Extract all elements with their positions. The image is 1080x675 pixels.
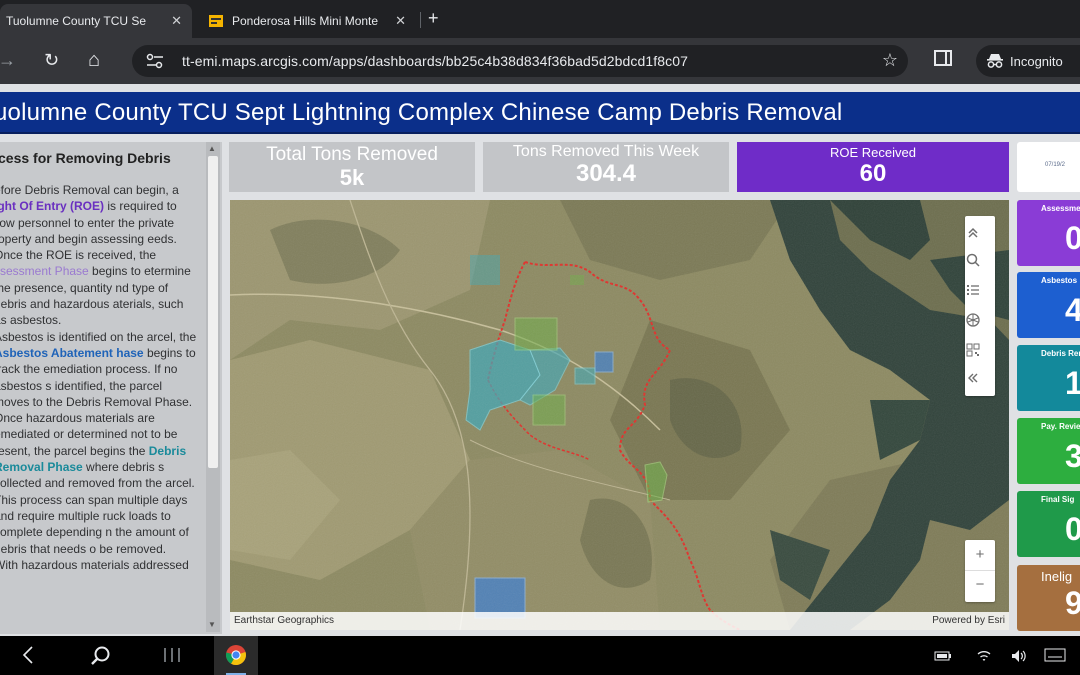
task-view-icon[interactable]	[162, 645, 182, 665]
close-tab-icon[interactable]: ✕	[171, 13, 182, 29]
process-paragraph: With hazardous materials addressed	[0, 557, 198, 573]
paragraph-text: where debris s collected and removed fro…	[0, 460, 195, 556]
bookmark-star-icon[interactable]: ☆	[882, 50, 898, 71]
collapse-up-icon[interactable]	[965, 224, 981, 240]
address-bar[interactable]: tt-emi.maps.arcgis.com/apps/dashboards/b…	[132, 45, 908, 77]
card-label: Asbestos	[1041, 276, 1078, 285]
card-value: 36	[1065, 438, 1080, 474]
incognito-indicator[interactable]: Incognito	[976, 45, 1080, 77]
indicator-label: Total Tons Removed	[266, 144, 438, 165]
status-card-debris-removal: Debris Remo 11	[1017, 345, 1080, 411]
incognito-icon	[987, 54, 1003, 68]
paragraph-text: With hazardous materials addressed	[0, 557, 189, 572]
total-tons-indicator: Total Tons Removed 5k	[229, 142, 475, 192]
search-icon[interactable]	[965, 252, 981, 268]
indicator-label: Tons Removed This Week	[512, 143, 700, 160]
process-text: efore Debris Removal can begin, a ight O…	[0, 182, 198, 573]
tab-tuolumne[interactable]: Tuolumne County TCU Sept ✕	[0, 4, 192, 38]
home-button[interactable]: ⌂	[88, 50, 100, 70]
scrollbar-thumb[interactable]	[208, 156, 218, 468]
map-imagery	[230, 200, 1009, 630]
tab-title: Ponderosa Hills Mini Monte	[232, 14, 379, 28]
keyboard-icon[interactable]	[1044, 648, 1066, 662]
site-settings-icon[interactable]	[146, 53, 164, 69]
battery-icon[interactable]	[934, 649, 952, 663]
url-text: tt-emi.maps.arcgis.com/apps/dashboards/b…	[182, 53, 688, 69]
assessment-phase-link[interactable]: ssessment Phase	[0, 264, 89, 278]
browser-toolbar: → ↻ ⌂ tt-emi.maps.arcgis.com/apps/dashbo…	[0, 38, 1080, 84]
tab-title: Tuolumne County TCU Sept	[6, 14, 146, 28]
chrome-icon	[225, 645, 246, 666]
status-card-final-signoff: Final Sig 0	[1017, 491, 1080, 557]
card-label: Debris Remo	[1041, 349, 1080, 358]
scroll-down-icon[interactable]: ▼	[208, 620, 216, 629]
arcgis-favicon-icon	[209, 15, 223, 27]
side-panel-icon[interactable]	[934, 50, 952, 66]
process-paragraph: Asbestos is identified on the arcel, the…	[0, 329, 198, 410]
dashboard-header: uolumne County TCU Sept Lightning Comple…	[0, 92, 1080, 134]
paragraph-text: Asbestos is identified on the arcel, the	[0, 329, 197, 344]
zoom-out-button[interactable]: −	[965, 571, 995, 602]
weekly-tons-indicator: Tons Removed This Week 304.4	[483, 142, 729, 192]
browser-tab-bar: Tuolumne County TCU Sept ✕ Ponderosa Hil…	[0, 0, 1080, 38]
os-taskbar	[0, 636, 1080, 675]
scroll-up-icon[interactable]: ▲	[208, 144, 216, 153]
indicator-value: 304.4	[575, 160, 637, 187]
legend-icon[interactable]	[965, 282, 981, 298]
indicator-label: ROE Received	[830, 145, 916, 160]
satellite-map[interactable]: + − Earthstar Geographics Powered by Esr…	[230, 200, 1009, 630]
process-heading: cess for Removing Debris	[0, 150, 171, 166]
zoom-control: + −	[965, 540, 995, 602]
status-card-asbestos: Asbestos 4	[1017, 272, 1080, 338]
card-label: Inelig	[1041, 569, 1073, 584]
card-value: 11	[1065, 365, 1080, 401]
roe-indicator: ROE Received 60	[737, 142, 1009, 192]
reload-button[interactable]: ↻	[44, 50, 59, 70]
process-panel: cess for Removing Debris efore Debris Re…	[0, 142, 222, 634]
process-paragraph: efore Debris Removal can begin, a ight O…	[0, 182, 198, 247]
process-paragraph: Once the ROE is received, the ssessment …	[0, 247, 198, 328]
date-text: 07/19/2	[1045, 162, 1066, 168]
tab-divider	[420, 12, 421, 28]
dashboard: uolumne County TCU Sept Lightning Comple…	[0, 84, 1080, 636]
map-widget-toolbar	[965, 216, 995, 396]
basemap-icon[interactable]	[965, 312, 981, 328]
process-paragraph: Once hazardous materials are emediated o…	[0, 410, 198, 557]
wifi-icon[interactable]	[976, 648, 992, 664]
attribution-source: Earthstar Geographics	[234, 615, 335, 626]
incognito-label: Incognito	[1010, 53, 1063, 69]
indicator-value: 5k	[339, 165, 365, 190]
card-value: 0	[1065, 511, 1080, 547]
status-card-ineligible: Inelig 9	[1017, 565, 1080, 631]
qr-code-icon[interactable]	[965, 342, 981, 358]
card-label: Final Sig	[1041, 495, 1075, 504]
map-attribution: Earthstar Geographics Powered by Esri	[230, 612, 1009, 630]
volume-icon[interactable]	[1010, 648, 1028, 664]
forward-button[interactable]: →	[0, 50, 16, 70]
paragraph-text: Once the ROE is received, the	[0, 248, 157, 263]
status-card-assessment: Assessmen 0	[1017, 200, 1080, 266]
paragraph-text: efore Debris Removal can begin, a	[0, 183, 179, 197]
dashboard-title: uolumne County TCU Sept Lightning Comple…	[0, 99, 843, 126]
collapse-icon[interactable]	[965, 370, 981, 386]
indicator-value: 60	[859, 160, 887, 187]
tab-ponderosa[interactable]: Ponderosa Hills Mini Monte ✕	[198, 4, 416, 38]
back-icon[interactable]	[22, 645, 34, 665]
status-card-pay-review: Pay. Review 36	[1017, 418, 1080, 484]
chrome-taskbar-button[interactable]	[214, 636, 258, 675]
powered-by-esri[interactable]: Powered by Esri	[932, 615, 1005, 626]
date-card: 07/19/2	[1017, 142, 1080, 192]
card-label: Pay. Review	[1041, 422, 1080, 431]
close-tab-icon[interactable]: ✕	[395, 13, 406, 29]
roe-link[interactable]: ight Of Entry (ROE)	[0, 199, 104, 213]
new-tab-button[interactable]: +	[428, 8, 439, 29]
search-icon[interactable]	[90, 645, 112, 667]
card-label: Assessmen	[1041, 204, 1080, 213]
zoom-in-button[interactable]: +	[965, 540, 995, 571]
card-value: 0	[1065, 220, 1080, 256]
card-value: 9	[1065, 585, 1080, 621]
asbestos-phase-link[interactable]: Asbestos Abatement hase	[0, 346, 144, 360]
card-value: 4	[1065, 292, 1080, 328]
